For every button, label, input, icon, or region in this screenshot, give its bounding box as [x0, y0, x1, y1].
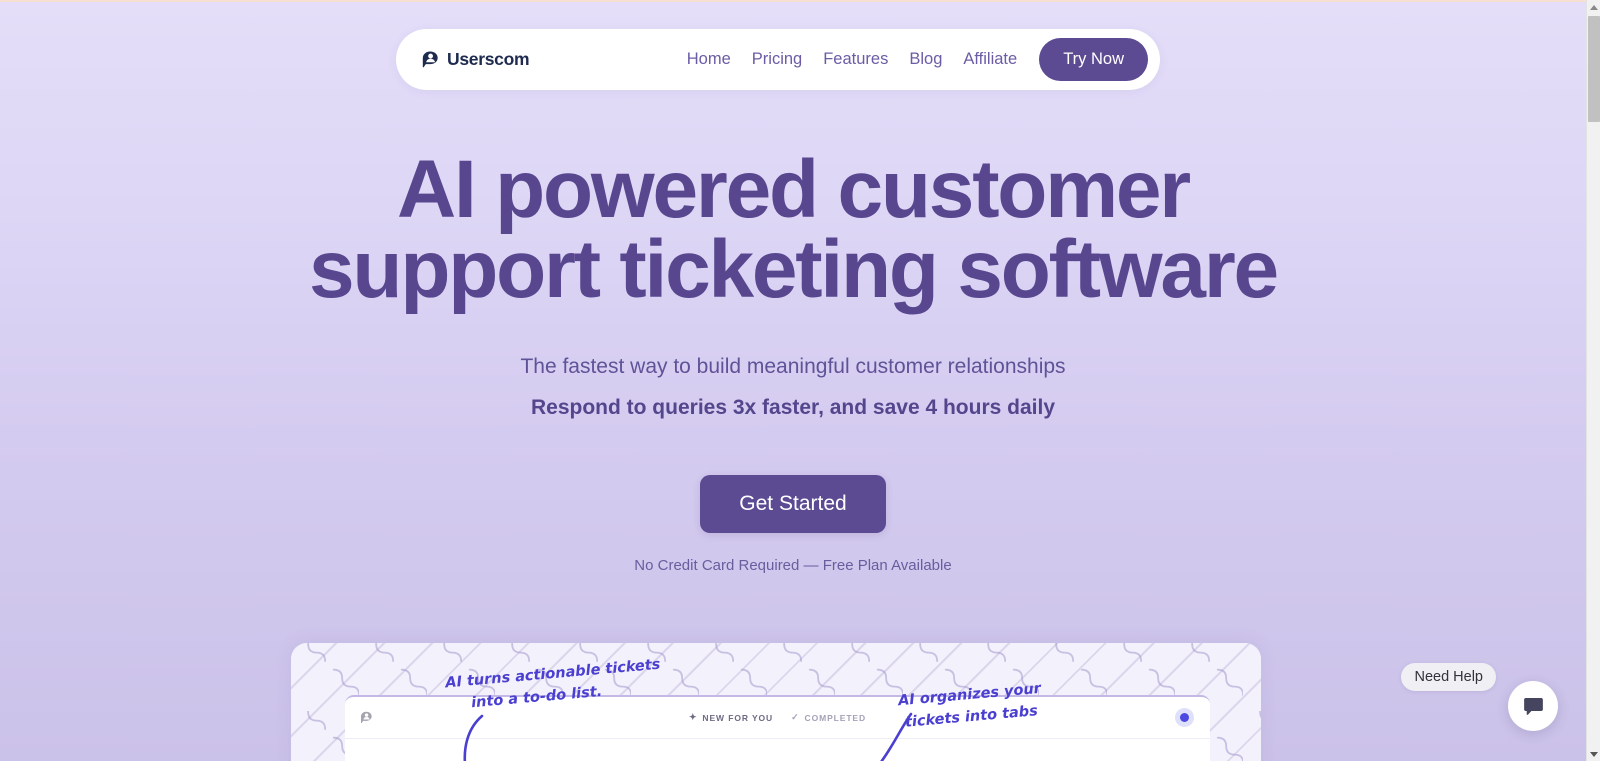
app-topbar: ✦ NEW FOR YOU ✓ COMPLETED — [345, 697, 1210, 739]
scrollbar-thumb[interactable] — [1588, 16, 1600, 122]
nav-link-features[interactable]: Features — [823, 50, 888, 69]
tab-completed-label: COMPLETED — [804, 712, 867, 723]
product-screenshot-card: ✦ NEW FOR YOU ✓ COMPLETED — [291, 643, 1261, 761]
hero-subtitle: The fastest way to build meaningful cust… — [520, 355, 1066, 379]
nav-links: Home Pricing Features Blog Affiliate — [687, 50, 1017, 69]
chat-launcher-button[interactable] — [1508, 681, 1558, 731]
tab-completed[interactable]: ✓ COMPLETED — [791, 713, 866, 723]
speech-bubble-person-icon — [361, 711, 372, 724]
scroll-down-arrow-icon — [1590, 751, 1598, 757]
check-icon: ✓ — [791, 712, 800, 722]
page-scrollbar[interactable] — [1586, 0, 1600, 761]
page-root: Userscom Home Pricing Features Blog Affi… — [0, 0, 1600, 761]
app-body — [345, 739, 1210, 761]
hero-title-line1: AI powered customer — [396, 144, 1191, 235]
avatar[interactable] — [1175, 708, 1194, 727]
tab-new-for-you-label: NEW FOR YOU — [702, 712, 774, 723]
brand-name: Userscom — [447, 49, 530, 69]
hero-section: AI powered customer support ticketing so… — [0, 149, 1586, 575]
try-now-button[interactable]: Try Now — [1039, 38, 1148, 81]
hero-subtitle-group: The fastest way to build meaningful cust… — [0, 351, 1586, 423]
browser-viewport: Userscom Home Pricing Features Blog Affi… — [0, 0, 1586, 761]
app-tabs: ✦ NEW FOR YOU ✓ COMPLETED — [689, 713, 866, 723]
scroll-down-arrow[interactable] — [1587, 747, 1600, 761]
scroll-up-arrow-icon — [1590, 4, 1598, 10]
top-hairline — [0, 0, 1586, 2]
chat-bubble-icon — [1523, 697, 1543, 715]
speech-bubble-person-logo-icon — [422, 51, 438, 68]
nav-link-affiliate[interactable]: Affiliate — [963, 50, 1017, 69]
nav-link-blog[interactable]: Blog — [909, 50, 942, 69]
get-started-button[interactable]: Get Started — [700, 475, 886, 534]
need-help-tooltip[interactable]: Need Help — [1401, 663, 1496, 691]
navbar-right: Home Pricing Features Blog Affiliate Try… — [687, 38, 1148, 81]
scroll-up-arrow[interactable] — [1587, 0, 1600, 14]
avatar-inner — [1180, 713, 1189, 722]
brand-logo[interactable]: Userscom — [420, 49, 530, 70]
sparkle-icon: ✦ — [688, 712, 698, 722]
no-credit-card-note: No Credit Card Required — Free Plan Avai… — [634, 557, 952, 575]
main-navbar: Userscom Home Pricing Features Blog Affi… — [396, 29, 1160, 90]
hero-title-line2: support ticketing software — [309, 223, 1279, 315]
tab-new-for-you[interactable]: ✦ NEW FOR YOU — [689, 713, 773, 723]
page-title: AI powered customer support ticketing so… — [293, 149, 1293, 311]
hero-subtitle-bold: Respond to queries 3x faster, and save 4… — [530, 395, 1055, 419]
nav-link-pricing[interactable]: Pricing — [752, 50, 802, 69]
app-preview-window: ✦ NEW FOR YOU ✓ COMPLETED — [345, 695, 1210, 761]
nav-link-home[interactable]: Home — [687, 50, 731, 69]
